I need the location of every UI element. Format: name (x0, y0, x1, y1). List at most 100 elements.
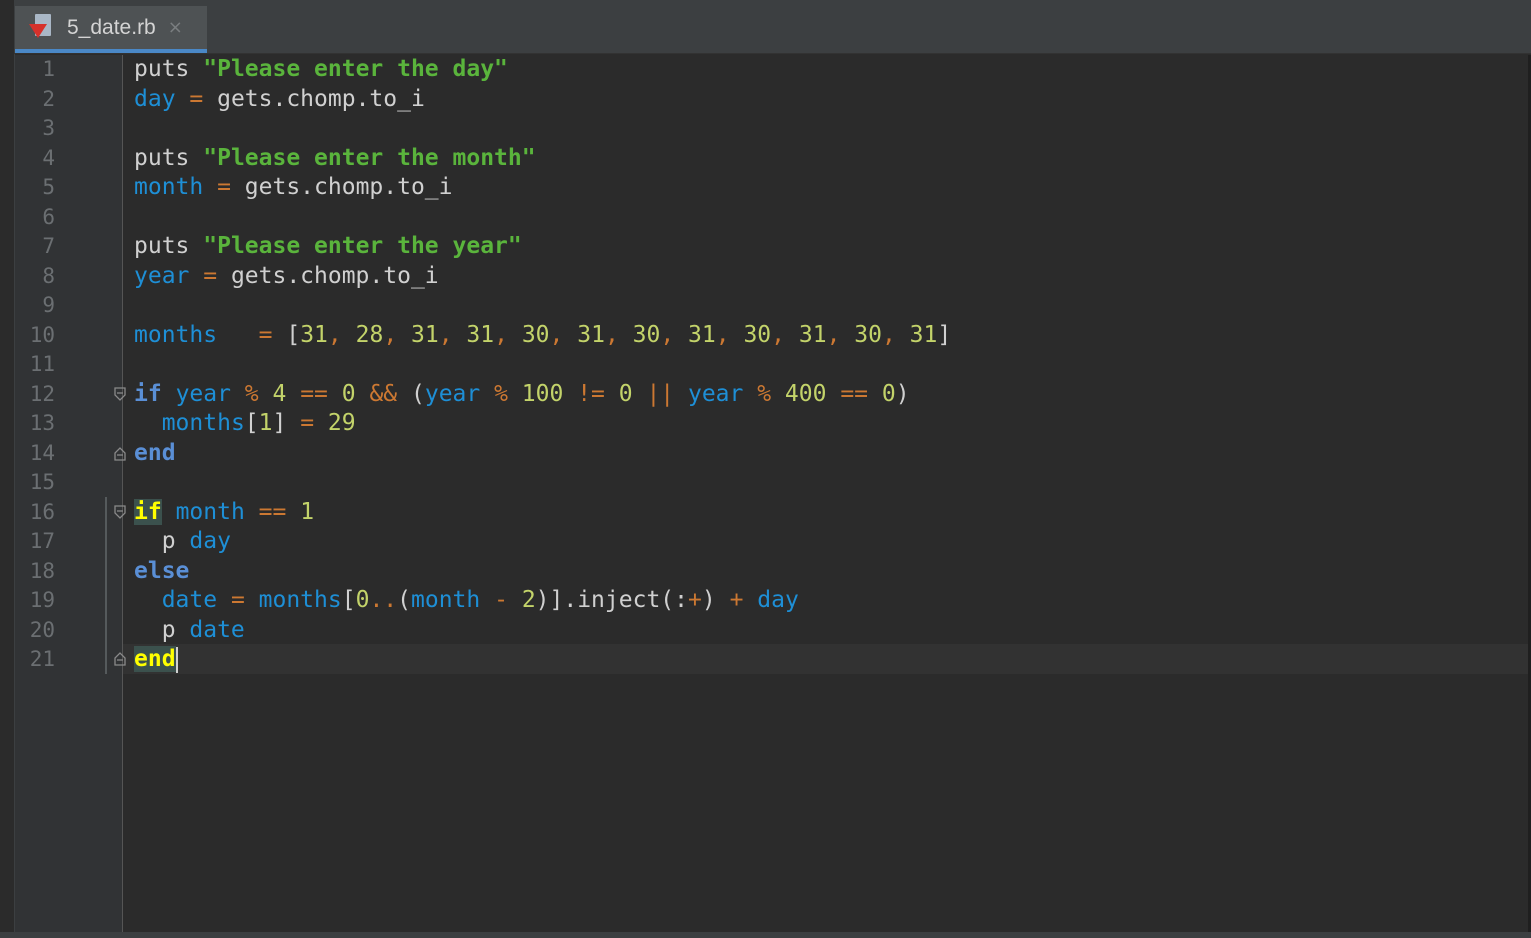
code-token: && (355, 380, 411, 407)
line-number: 12 (29, 381, 55, 406)
code-token: [ (341, 587, 356, 613)
code-token: 31 (411, 321, 439, 348)
code-token: gets.chomp.to_i (217, 85, 425, 112)
code-line[interactable]: puts "Please enter the day" (134, 55, 951, 85)
code-token: + (715, 587, 758, 613)
code-line[interactable] (134, 291, 951, 321)
code-line[interactable]: if year % 4 == 0 && (year % 100 != 0 || … (134, 380, 951, 410)
code-token: , (494, 321, 522, 348)
code-token: )].inject(: (535, 587, 688, 613)
code-token: if (134, 380, 162, 407)
code-line[interactable]: p day (134, 527, 951, 557)
code-token: year (175, 380, 231, 407)
code-token: ) (701, 587, 716, 613)
code-token: day (757, 587, 799, 613)
code-line[interactable]: date = months[0..(month - 2)].inject(:+)… (134, 586, 951, 616)
code-token: , (771, 321, 799, 348)
code-line[interactable]: year = gets.chomp.to_i (134, 262, 951, 292)
code-line[interactable]: if month == 1 (134, 498, 951, 528)
code-token: gets.chomp.to_i (230, 262, 439, 289)
code-lines[interactable]: puts "Please enter the day" day = gets.ch… (134, 55, 951, 675)
code-token: gets.chomp.to_i (244, 174, 453, 200)
line-number: 14 (29, 440, 55, 465)
code-line[interactable] (134, 350, 951, 380)
left-tool-rail (0, 0, 15, 938)
code-line[interactable]: puts "Please enter the month" (134, 144, 951, 174)
code-token: || (632, 380, 688, 407)
code-line[interactable]: puts "Please enter the year" (134, 232, 951, 262)
code-token: day (134, 85, 176, 112)
code-token: == (244, 498, 301, 525)
code-token: - (480, 587, 522, 613)
line-number: 18 (29, 558, 55, 583)
code-line[interactable]: months[1] = 29 (134, 409, 951, 439)
line-number: 1 (42, 57, 55, 81)
code-line[interactable]: end (134, 439, 951, 469)
code-token: % (480, 380, 522, 407)
code-token: != (563, 380, 619, 407)
code-token: == (826, 380, 882, 407)
line-number: 8 (42, 263, 55, 288)
line-number: 11 (29, 352, 55, 376)
code-token: + (688, 587, 702, 613)
code-token: 31 (577, 321, 605, 348)
line-number: 21 (29, 647, 55, 671)
text-cursor (175, 646, 178, 673)
code-token: p (134, 528, 190, 554)
code-token: months (258, 587, 342, 613)
code-token: % (743, 380, 785, 407)
code-token: "Please enter the month" (203, 144, 536, 171)
line-number: 4 (42, 145, 55, 170)
code-token: end (134, 439, 176, 466)
code-token: 1 (258, 410, 273, 436)
code-token: end (134, 646, 176, 672)
code-token: .. (369, 587, 398, 613)
code-token: 31 (466, 321, 495, 348)
code-token: , (826, 321, 855, 348)
line-number: 20 (29, 617, 55, 642)
code-token: [ (244, 410, 259, 436)
line-number: 6 (42, 204, 55, 229)
code-line[interactable] (134, 468, 951, 498)
code-line[interactable]: p date (134, 616, 951, 646)
code-token: year (424, 380, 481, 407)
close-icon[interactable]: × (168, 17, 183, 38)
tab-5-date-rb[interactable]: 5_date.rb × (15, 6, 207, 53)
code-token: day (189, 528, 231, 554)
code-token: 28 (355, 321, 384, 348)
code-line[interactable]: end (134, 645, 951, 675)
code-line[interactable]: else (134, 557, 951, 587)
code-token: "Please enter the year" (203, 233, 522, 259)
code-line[interactable]: months = [31, 28, 31, 31, 30, 31, 30, 31… (134, 321, 951, 351)
code-token: 31 (909, 321, 938, 348)
code-token: 0 (618, 380, 633, 407)
line-number: 17 (29, 529, 55, 553)
code-token: 400 (784, 380, 827, 407)
code-line[interactable] (134, 114, 951, 144)
code-token: puts (134, 233, 204, 259)
code-token: 31 (798, 321, 827, 348)
code-token: months (134, 321, 218, 348)
line-number: 10 (29, 322, 55, 347)
code-line[interactable] (134, 203, 951, 233)
line-number: 19 (29, 588, 55, 612)
code-token: p (134, 616, 190, 643)
code-line[interactable]: day = gets.chomp.to_i (134, 85, 951, 115)
line-number: 13 (29, 411, 55, 435)
code-token: = (189, 262, 231, 289)
code-token: ] (937, 321, 952, 348)
code-token: 30 (743, 321, 772, 348)
code-line[interactable]: month = gets.chomp.to_i (134, 173, 951, 203)
code-token: 30 (854, 321, 882, 348)
code-token: year (134, 262, 190, 289)
code-token: , (881, 321, 910, 348)
status-edge (0, 932, 1531, 938)
code-token: , (549, 321, 578, 348)
line-number: 7 (42, 234, 55, 258)
code-token: month (175, 498, 245, 525)
code-token: , (327, 321, 356, 348)
code-token: else (134, 557, 190, 584)
code-token: , (604, 321, 633, 348)
